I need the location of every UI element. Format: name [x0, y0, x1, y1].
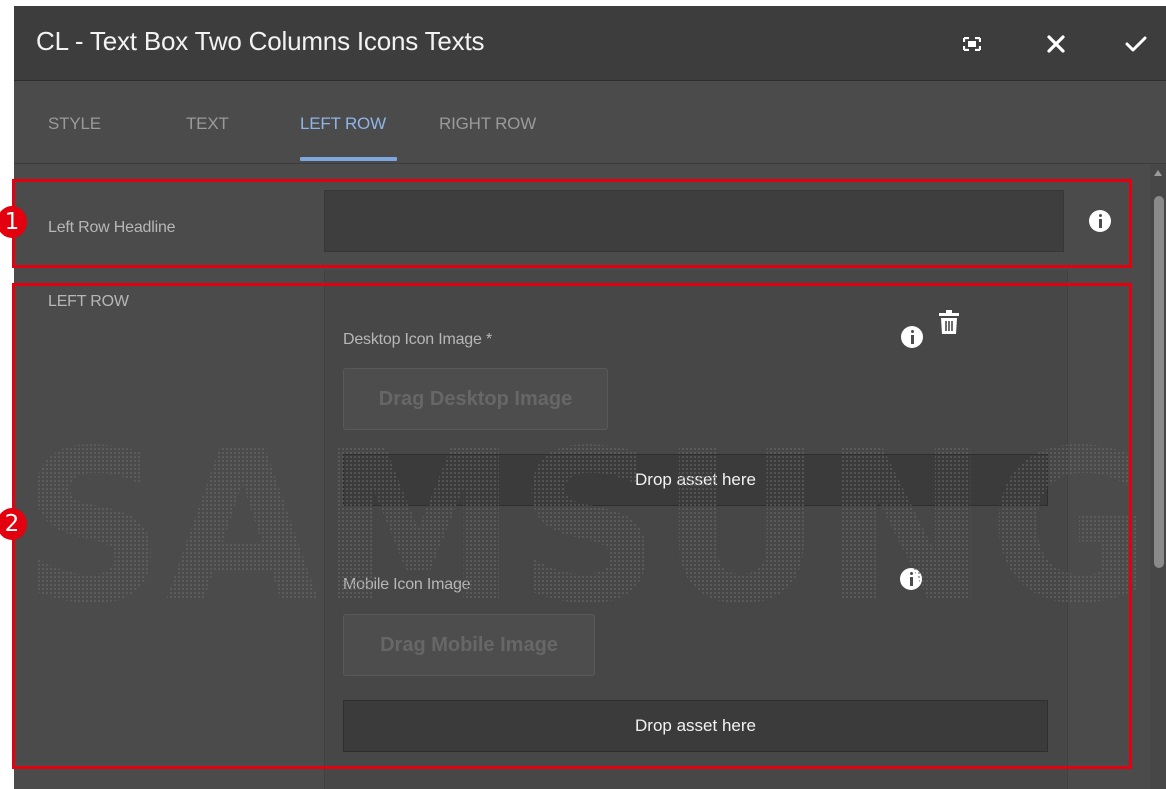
- tab-text[interactable]: TEXT: [186, 114, 229, 134]
- done-button[interactable]: [1120, 28, 1152, 60]
- dialog-title: CL - Text Box Two Columns Icons Texts: [36, 26, 485, 56]
- fullscreen-button[interactable]: [956, 28, 988, 60]
- highlight-box-1: [12, 179, 1132, 268]
- dialog-titlebar: CL - Text Box Two Columns Icons Texts: [14, 6, 1166, 81]
- highlight-box-2: [12, 283, 1132, 769]
- scroll-up-arrow[interactable]: [1154, 170, 1162, 176]
- close-button[interactable]: [1040, 28, 1072, 60]
- scrollbar[interactable]: [1150, 164, 1166, 789]
- tab-left-row[interactable]: LEFT ROW: [300, 114, 386, 134]
- tab-bar: STYLE TEXT LEFT ROW RIGHT ROW: [14, 81, 1166, 164]
- close-icon: [1047, 35, 1065, 53]
- scroll-thumb[interactable]: [1154, 196, 1164, 568]
- fullscreen-icon: [963, 37, 981, 51]
- checkmark-icon: [1125, 36, 1147, 52]
- tab-right-row[interactable]: RIGHT ROW: [439, 114, 536, 134]
- tab-style[interactable]: STYLE: [48, 114, 101, 134]
- active-tab-indicator: [300, 157, 397, 161]
